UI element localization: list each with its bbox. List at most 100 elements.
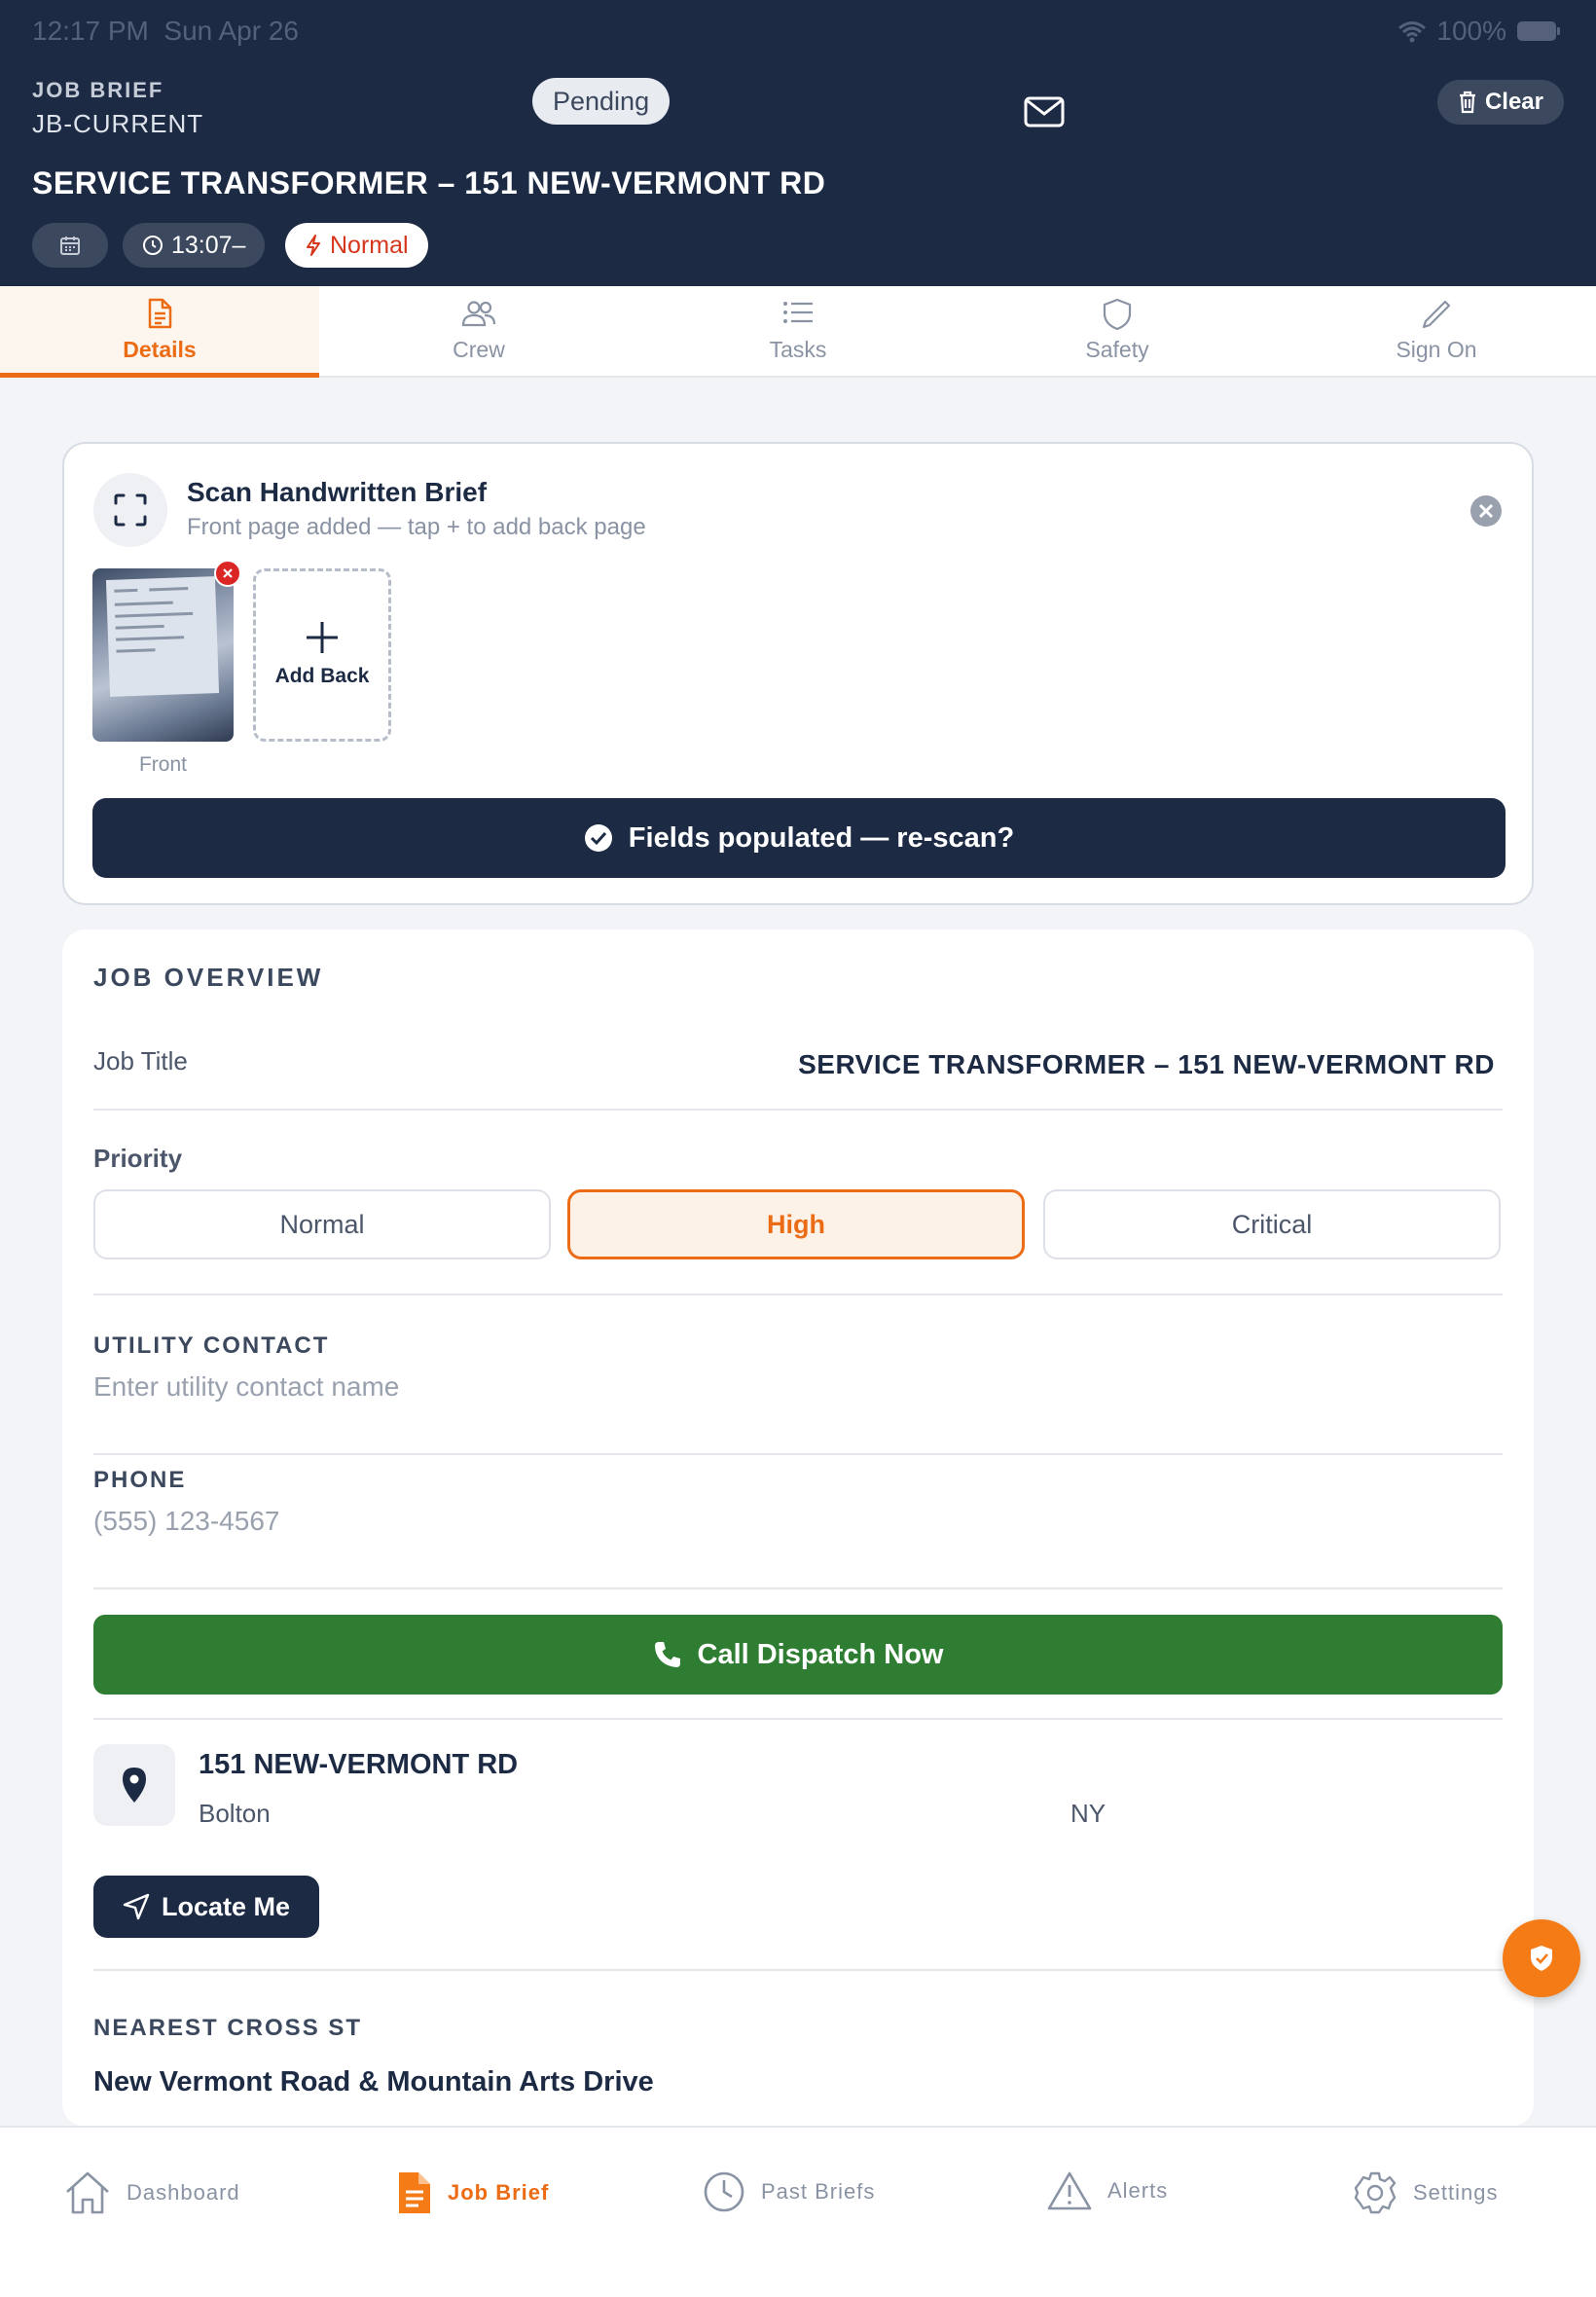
locate-me-label: Locate Me	[162, 1891, 291, 1921]
divider	[93, 1718, 1503, 1720]
job-overview-card: JOB OVERVIEW Job Title SERVICE TRANSFORM…	[62, 930, 1534, 2127]
nav-label: Settings	[1413, 2180, 1499, 2205]
phone-input[interactable]	[93, 1500, 1067, 1543]
trash-icon	[1459, 91, 1475, 114]
mail-icon[interactable]	[1024, 96, 1065, 128]
locate-me-button[interactable]: Locate Me	[93, 1876, 320, 1938]
rescan-label: Fields populated — re-scan?	[628, 821, 1015, 854]
job-id: JB-CURRENT	[32, 109, 204, 138]
call-dispatch-button[interactable]: Call Dispatch Now	[93, 1615, 1503, 1695]
phone-icon	[654, 1642, 680, 1667]
section-title: JOB OVERVIEW	[93, 963, 324, 992]
clear-button[interactable]: Clear	[1436, 80, 1564, 125]
clear-label: Clear	[1484, 89, 1543, 115]
nav-label: Dashboard	[127, 2180, 240, 2205]
add-back-button[interactable]: Add Back	[253, 568, 391, 742]
priority-chip-label: Normal	[330, 231, 409, 259]
scan-icon	[93, 473, 167, 547]
clock-icon	[704, 2171, 744, 2212]
pen-icon	[1420, 298, 1453, 331]
divider	[93, 1969, 1503, 1971]
safety-fab[interactable]	[1503, 1919, 1580, 1997]
users-icon	[461, 298, 496, 329]
utility-contact-input[interactable]	[93, 1366, 1067, 1408]
front-label: Front	[138, 753, 187, 776]
scan-subtitle: Front page added — tap + to add back pag…	[187, 514, 646, 540]
job-title-label: Job Title	[93, 1046, 188, 1076]
nav-dashboard[interactable]: Dashboard	[64, 2170, 240, 2215]
utility-contact-label: UTILITY CONTACT	[93, 1332, 330, 1359]
shield-icon	[1102, 298, 1133, 331]
wifi-icon	[1398, 21, 1427, 43]
priority-label: Priority	[93, 1144, 183, 1173]
battery-icon	[1517, 21, 1560, 41]
cross-street-value: New Vermont Road & Mountain Arts Drive	[93, 2066, 654, 2097]
nav-alerts[interactable]: Alerts	[1047, 2170, 1168, 2211]
status-bar: 12:17 PM Sun Apr 26 100%	[0, 0, 1596, 62]
header-label: JOB BRIEF	[32, 78, 164, 102]
nav-label: Alerts	[1107, 2178, 1169, 2203]
tab-label: Details	[123, 337, 197, 362]
front-page-thumbnail[interactable]	[92, 568, 234, 742]
rescan-button[interactable]: Fields populated — re-scan?	[92, 798, 1505, 878]
address-state: NY	[1070, 1799, 1106, 1828]
file-icon	[399, 2172, 430, 2213]
nav-label: Past Briefs	[761, 2179, 876, 2204]
date-chip[interactable]	[32, 223, 108, 268]
scan-title: Scan Handwritten Brief	[187, 477, 488, 507]
clock-icon	[143, 236, 163, 255]
nav-settings[interactable]: Settings	[1353, 2170, 1499, 2215]
battery-percent: 100%	[1436, 16, 1506, 46]
bolt-icon	[307, 235, 320, 256]
navigation-arrow-icon	[123, 1893, 150, 1920]
tab-bar: Details Crew Tasks Safety Sign On	[0, 286, 1596, 378]
divider	[93, 1109, 1503, 1111]
call-dispatch-label: Call Dispatch Now	[697, 1638, 944, 1670]
location-pin-icon	[93, 1744, 175, 1826]
tab-crew[interactable]: Crew	[319, 286, 638, 378]
list-icon	[781, 298, 815, 327]
nav-past-briefs[interactable]: Past Briefs	[703, 2170, 875, 2213]
tab-label: Safety	[1085, 337, 1149, 362]
priority-chip[interactable]: Normal	[285, 223, 428, 268]
priority-critical[interactable]: Critical	[1043, 1189, 1501, 1259]
priority-high[interactable]: High	[567, 1189, 1025, 1259]
nav-job-brief[interactable]: Job Brief	[397, 2170, 549, 2215]
priority-normal[interactable]: Normal	[93, 1189, 551, 1259]
tab-label: Sign On	[1396, 337, 1477, 362]
divider	[93, 1587, 1503, 1589]
home-icon	[66, 2171, 109, 2214]
add-back-label: Add Back	[274, 665, 370, 687]
gear-icon	[1354, 2171, 1396, 2214]
calendar-icon	[60, 237, 80, 255]
job-brief-header: JOB BRIEF JB-CURRENT Pending Clear SERVI…	[0, 62, 1596, 286]
close-icon[interactable]	[1469, 494, 1503, 528]
divider	[93, 1453, 1503, 1455]
tab-tasks[interactable]: Tasks	[638, 286, 958, 378]
tab-sign-on[interactable]: Sign On	[1277, 286, 1596, 378]
time-chip[interactable]: 13:07–	[123, 223, 266, 268]
tab-label: Tasks	[769, 337, 827, 362]
divider	[93, 1294, 1503, 1295]
status-time: 12:17 PM Sun Apr 26	[32, 16, 299, 46]
scan-brief-card: Scan Handwritten Brief Front page added …	[62, 442, 1534, 905]
cross-street-label: NEAREST CROSS ST	[93, 2015, 363, 2041]
job-title-value[interactable]: SERVICE TRANSFORMER – 151 NEW-VERMONT RD	[798, 1049, 1495, 1080]
plus-icon	[307, 622, 338, 653]
shield-check-icon	[1531, 1946, 1552, 1971]
page-title: SERVICE TRANSFORMER – 151 NEW-VERMONT RD	[32, 165, 826, 201]
address-city: Bolton	[199, 1799, 271, 1828]
nav-label: Job Brief	[448, 2180, 550, 2205]
document-icon	[145, 298, 174, 329]
warning-icon	[1047, 2171, 1092, 2210]
check-circle-icon	[584, 824, 612, 852]
remove-front-icon[interactable]	[214, 560, 241, 587]
status-badge: Pending	[532, 78, 671, 125]
address-street: 151 NEW-VERMONT RD	[199, 1749, 519, 1780]
phone-label: PHONE	[93, 1467, 187, 1493]
bottom-nav: Dashboard Job Brief Past Briefs Alerts S…	[0, 2126, 1596, 2297]
status-right: 100%	[1397, 16, 1561, 47]
tab-safety[interactable]: Safety	[958, 286, 1277, 378]
tab-details[interactable]: Details	[0, 286, 319, 378]
tab-label: Crew	[453, 337, 505, 362]
